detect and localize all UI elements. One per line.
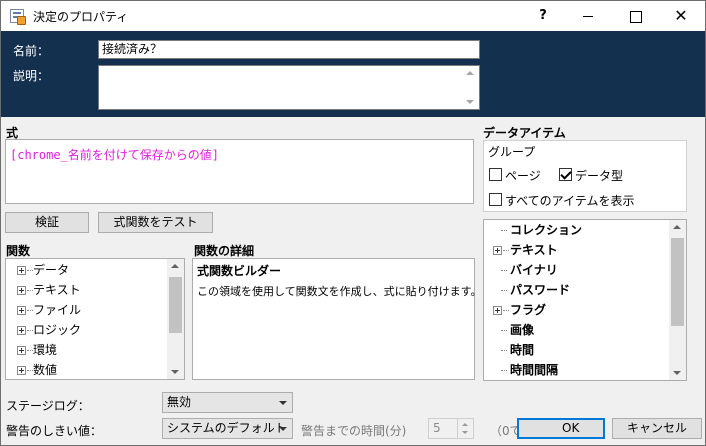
scroll-down-icon[interactable] — [171, 370, 179, 374]
properties-dialog: 決定のプロパティ ? ✕ 名前： 接続済み？ 説明： 式 [chrome_名前を… — [0, 0, 706, 446]
window-title: 決定のプロパティ — [33, 10, 129, 24]
expand-icon[interactable] — [17, 286, 26, 295]
datatype-checkbox[interactable] — [559, 168, 572, 181]
function-details-label: 関数の詳細 — [194, 244, 255, 258]
increment-icon[interactable] — [462, 423, 468, 426]
stage-log-select[interactable]: 無効 — [162, 392, 293, 413]
show-all-items-checkbox[interactable] — [489, 193, 502, 206]
help-button[interactable]: ? — [520, 1, 566, 31]
function-details-text: この領域を使用して関数文を作成し、式に貼り付けます。 — [197, 285, 482, 298]
data-items-group: グループ ページ データ型 すべてのアイテムを表示 — [483, 140, 687, 212]
spinner-buttons[interactable] — [457, 419, 473, 438]
expression-editor[interactable]: [chrome_名前を付けて保存からの値] — [5, 139, 474, 204]
scroll-thumb[interactable] — [169, 277, 182, 333]
close-button[interactable]: ✕ — [658, 1, 704, 31]
scroll-up-icon[interactable] — [673, 225, 681, 229]
validate-button[interactable]: 検証 — [5, 212, 89, 233]
maximize-button[interactable] — [612, 1, 658, 31]
warning-time-spinner[interactable]: 5 — [428, 418, 474, 439]
expand-icon[interactable] — [17, 346, 26, 355]
minimize-button[interactable] — [565, 1, 611, 31]
cancel-button[interactable]: キャンセル — [612, 418, 702, 439]
data-items-scrollbar[interactable] — [669, 220, 686, 380]
expand-icon[interactable] — [17, 366, 26, 375]
chevron-down-icon — [279, 427, 287, 431]
decrement-icon[interactable] — [462, 431, 468, 434]
expand-icon[interactable] — [493, 246, 502, 255]
ok-button[interactable]: OK — [517, 418, 605, 439]
function-details-panel: 式関数ビルダー この領域を使用して関数文を作成し、式に貼り付けます。 — [192, 258, 482, 380]
name-field[interactable]: 接続済み？ — [98, 40, 480, 59]
functions-label: 関数 — [6, 244, 31, 258]
datatype-checkbox-label: データ型 — [575, 169, 624, 183]
warning-threshold-select[interactable]: システムのデフォルト — [162, 418, 293, 439]
functions-scrollbar[interactable] — [167, 259, 184, 379]
description-field[interactable] — [98, 65, 480, 110]
app-icon — [10, 9, 26, 25]
expand-icon[interactable] — [17, 326, 26, 335]
data-items-label: データアイテム — [483, 126, 566, 140]
expand-icon[interactable] — [17, 306, 26, 315]
expand-icon[interactable] — [17, 266, 26, 275]
description-label: 説明： — [13, 69, 50, 83]
function-details-title: 式関数ビルダー — [197, 264, 282, 278]
scroll-up-icon[interactable] — [466, 71, 474, 75]
data-items-tree[interactable]: コレクション テキスト バイナリ パスワード フラグ 画像 時間 時間間隔 — [483, 219, 687, 381]
chevron-down-icon — [279, 401, 287, 405]
warning-time-label: 警告までの時間(分) — [301, 424, 407, 438]
functions-tree[interactable]: データ テキスト ファイル ロジック 環境 数値 — [5, 258, 185, 380]
scroll-up-icon[interactable] — [171, 264, 179, 268]
page-checkbox[interactable] — [489, 168, 502, 181]
scroll-down-icon[interactable] — [673, 371, 681, 375]
show-all-items-label: すべてのアイテムを表示 — [505, 194, 635, 208]
group-label: グループ — [488, 145, 536, 159]
expand-icon[interactable] — [493, 306, 502, 315]
stage-log-label: ステージログ： — [6, 399, 90, 413]
page-checkbox-label: ページ — [505, 169, 541, 183]
test-function-button[interactable]: 式関数をテスト — [98, 212, 213, 233]
warning-threshold-label: 警告のしきい値： — [6, 424, 103, 438]
description-scrollbar[interactable] — [462, 66, 479, 109]
title-bar: 決定のプロパティ ? ✕ — [1, 1, 705, 31]
name-label: 名前： — [13, 44, 50, 58]
scroll-down-icon[interactable] — [466, 100, 474, 104]
scroll-thumb[interactable] — [671, 238, 684, 326]
